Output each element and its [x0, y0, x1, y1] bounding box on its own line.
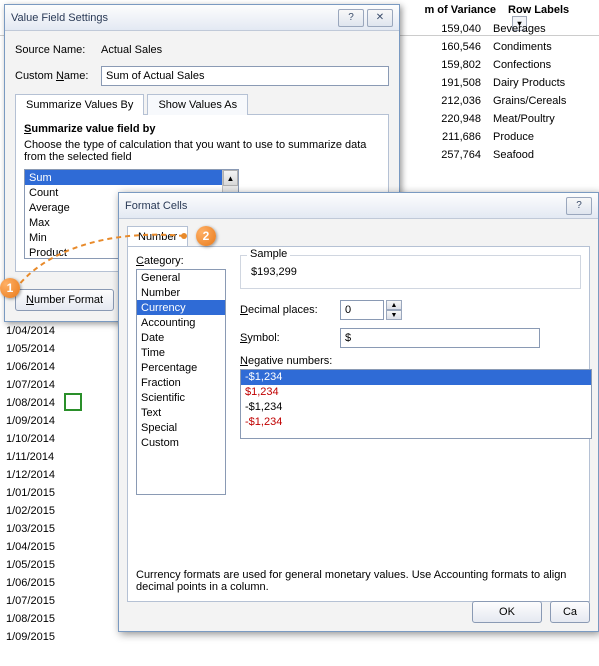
- date-cell[interactable]: 1/04/2014: [2, 322, 62, 340]
- help-button[interactable]: ?: [338, 9, 364, 27]
- spin-down-icon[interactable]: ▼: [386, 310, 402, 320]
- list-item[interactable]: Accounting: [137, 315, 225, 330]
- decimal-places-input[interactable]: [340, 300, 384, 320]
- summarize-heading: Summarize value field by: [24, 123, 380, 135]
- date-cell[interactable]: 1/12/2014: [2, 466, 62, 484]
- date-cell[interactable]: 1/09/2014: [2, 412, 62, 430]
- decimal-spinner[interactable]: ▲ ▼: [386, 300, 402, 320]
- source-name-label: Source Name:: [15, 44, 101, 56]
- date-cell[interactable]: 1/05/2015: [2, 556, 62, 574]
- callout-1: 1: [0, 278, 20, 298]
- number-format-button[interactable]: Number Format: [15, 289, 114, 311]
- date-cell[interactable]: 1/08/2015: [2, 610, 62, 628]
- list-item[interactable]: Scientific: [137, 390, 225, 405]
- date-column: 1/04/20141/05/20141/06/20141/07/20141/08…: [2, 322, 62, 646]
- date-cell[interactable]: 1/09/2015: [2, 628, 62, 646]
- list-item[interactable]: General: [137, 270, 225, 285]
- cancel-button[interactable]: Ca: [550, 601, 590, 623]
- negative-numbers-list[interactable]: -$1,234$1,234-$1,234-$1,234: [240, 369, 592, 439]
- pivot-row: 257,764Seafood: [419, 146, 599, 164]
- pivot-row: 159,802Confections: [419, 56, 599, 74]
- date-cell[interactable]: 1/08/2014: [2, 394, 62, 412]
- date-cell[interactable]: 1/07/2015: [2, 592, 62, 610]
- ok-button[interactable]: OK: [472, 601, 542, 623]
- list-item[interactable]: $1,234: [241, 385, 591, 400]
- date-cell[interactable]: 1/10/2014: [2, 430, 62, 448]
- cell-selection: [64, 393, 82, 411]
- list-item[interactable]: Text: [137, 405, 225, 420]
- pivot-row: 211,686Produce: [419, 128, 599, 146]
- pivot-row: 160,546Condiments: [419, 38, 599, 56]
- symbol-label: Symbol:: [240, 332, 340, 344]
- decimal-places-label: Decimal places:: [240, 304, 340, 316]
- list-item[interactable]: Number: [137, 285, 225, 300]
- callout-2: 2: [196, 226, 216, 246]
- dlg1-title: Value Field Settings: [11, 12, 335, 24]
- tab-number[interactable]: Number: [127, 226, 188, 247]
- list-item[interactable]: Percentage: [137, 360, 225, 375]
- list-item[interactable]: Date: [137, 330, 225, 345]
- pivot-row: 212,036Grains/Cereals: [419, 92, 599, 110]
- dlg1-titlebar[interactable]: Value Field Settings ? ✕: [5, 5, 399, 31]
- pivot-row: 191,508Dairy Products: [419, 74, 599, 92]
- custom-name-label: Custom Name:: [15, 70, 101, 82]
- summarize-desc: Choose the type of calculation that you …: [24, 139, 380, 163]
- date-cell[interactable]: 1/04/2015: [2, 538, 62, 556]
- sample-group: Sample $193,299: [240, 255, 581, 289]
- list-item[interactable]: Fraction: [137, 375, 225, 390]
- close-button[interactable]: ✕: [367, 9, 393, 27]
- date-cell[interactable]: 1/07/2014: [2, 376, 62, 394]
- scroll-up-icon[interactable]: ▲: [223, 170, 238, 186]
- symbol-input[interactable]: [340, 328, 540, 348]
- sample-value: $193,299: [247, 260, 574, 278]
- list-item[interactable]: Special: [137, 420, 225, 435]
- negative-label: Negative numbers:: [240, 355, 581, 367]
- currency-description: Currency formats are used for general mo…: [136, 569, 581, 593]
- sample-label: Sample: [247, 248, 290, 260]
- dlg2-titlebar[interactable]: Format Cells ?: [119, 193, 598, 219]
- source-name-value: Actual Sales: [101, 44, 162, 56]
- list-item[interactable]: -$1,234: [241, 415, 591, 430]
- date-cell[interactable]: 1/01/2015: [2, 484, 62, 502]
- date-cell[interactable]: 1/02/2015: [2, 502, 62, 520]
- category-list[interactable]: GeneralNumberCurrencyAccountingDateTimeP…: [136, 269, 226, 495]
- tab-show-values-as[interactable]: Show Values As: [147, 94, 248, 115]
- tab-summarize-values-by[interactable]: Summarize Values By: [15, 94, 144, 115]
- date-cell[interactable]: 1/03/2015: [2, 520, 62, 538]
- format-cells-dialog: Format Cells ? Number Category: GeneralN…: [118, 192, 599, 632]
- custom-name-input[interactable]: [101, 66, 389, 86]
- date-cell[interactable]: 1/06/2014: [2, 358, 62, 376]
- date-cell[interactable]: 1/05/2014: [2, 340, 62, 358]
- pivot-row: 159,040Beverages: [419, 20, 599, 38]
- list-item[interactable]: -$1,234: [241, 370, 591, 385]
- spin-up-icon[interactable]: ▲: [386, 300, 402, 310]
- pivot-rows: 159,040Beverages160,546Condiments159,802…: [419, 20, 599, 164]
- dlg2-title: Format Cells: [125, 200, 563, 212]
- date-cell[interactable]: 1/11/2014: [2, 448, 62, 466]
- help-button[interactable]: ?: [566, 197, 592, 215]
- date-cell[interactable]: 1/06/2015: [2, 574, 62, 592]
- list-item[interactable]: Custom: [137, 435, 225, 450]
- list-item[interactable]: Currency: [137, 300, 225, 315]
- list-item[interactable]: Time: [137, 345, 225, 360]
- list-item[interactable]: -$1,234: [241, 400, 591, 415]
- pivot-row: 220,948Meat/Poultry: [419, 110, 599, 128]
- list-item[interactable]: Sum: [25, 170, 238, 185]
